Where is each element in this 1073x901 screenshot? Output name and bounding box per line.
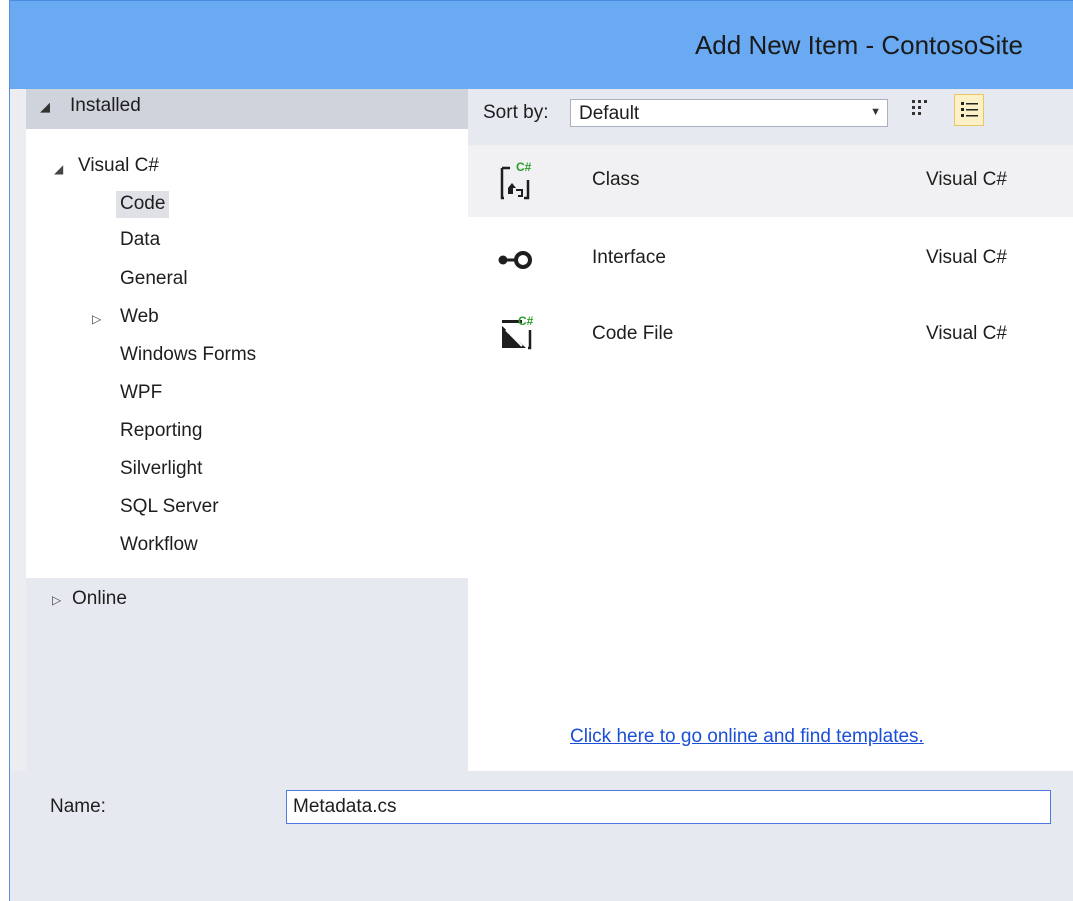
template-name: Code File [592,323,674,344]
window-title: Add New Item - ContosoSite [694,30,1023,60]
sort-by-label: Sort by: [483,102,549,123]
tree-item-web[interactable]: Web [120,306,159,328]
installed-label: Installed [70,95,141,116]
installed-header[interactable]: ◢ Installed [26,89,468,129]
online-label: Online [72,588,127,609]
tree-item-windows-forms[interactable]: Windows Forms [120,344,256,366]
collapse-arrow-icon[interactable]: ◢ [54,162,63,176]
sort-by-value: Default [579,103,640,124]
name-label: Name: [50,796,106,817]
svg-text:C#: C# [516,160,532,174]
name-panel: Name: [10,771,1073,901]
template-categories-pane: ◢ Installed ◢ Visual C# Code Data Genera… [26,89,468,771]
expand-arrow-icon[interactable]: ▷ [92,312,101,326]
sort-toolbar: Sort by: Default ▼ [468,89,1073,145]
tree-item-data[interactable]: Data [120,229,160,251]
tree-item-general[interactable]: General [120,268,188,290]
template-name: Interface [592,247,666,268]
add-new-item-dialog: Add New Item - ContosoSite ◢ Installed ◢… [9,0,1073,901]
sort-by-dropdown[interactable]: Default ▼ [570,99,888,127]
tree-item-code[interactable]: Code [116,191,170,218]
category-tree: ◢ Visual C# Code Data General ▷ Web Wind… [26,129,468,578]
find-templates-online-link[interactable]: Click here to go online and find templat… [570,726,924,748]
template-item-class[interactable]: C# Class Visual C# [468,145,1073,217]
template-item-interface[interactable]: Interface Visual C# [468,223,1073,295]
chevron-down-icon: ▼ [870,106,881,118]
interface-icon [498,251,532,269]
tree-item-silverlight[interactable]: Silverlight [120,458,202,480]
templates-pane: Sort by: Default ▼ C# Class Visual C# In… [468,89,1073,771]
file-name-input[interactable] [286,790,1051,824]
collapse-arrow-icon: ◢ [40,99,50,114]
template-language: Visual C# [926,323,1007,344]
list-view-button[interactable] [954,94,984,126]
tree-item-wpf[interactable]: WPF [120,382,162,404]
csharp-class-icon: C# [500,160,532,200]
list-view-icon [961,102,978,117]
svg-text:C#: C# [518,314,534,328]
online-header[interactable]: ▷ Online [26,580,468,622]
medium-icons-view-icon [912,100,927,115]
tree-item-workflow[interactable]: Workflow [120,534,198,556]
medium-icons-view-button[interactable] [906,94,936,126]
csharp-code-file-icon: C# [502,314,534,350]
template-name: Class [592,169,640,190]
template-language: Visual C# [926,169,1007,190]
template-item-code-file[interactable]: C# Code File Visual C# [468,299,1073,371]
tree-item-reporting[interactable]: Reporting [120,420,202,442]
title-bar[interactable]: Add New Item - ContosoSite [10,0,1073,89]
expand-arrow-icon: ▷ [52,593,62,607]
tree-item-visual-csharp[interactable]: Visual C# [78,155,159,177]
tree-item-sql-server[interactable]: SQL Server [120,496,219,518]
template-language: Visual C# [926,247,1007,268]
